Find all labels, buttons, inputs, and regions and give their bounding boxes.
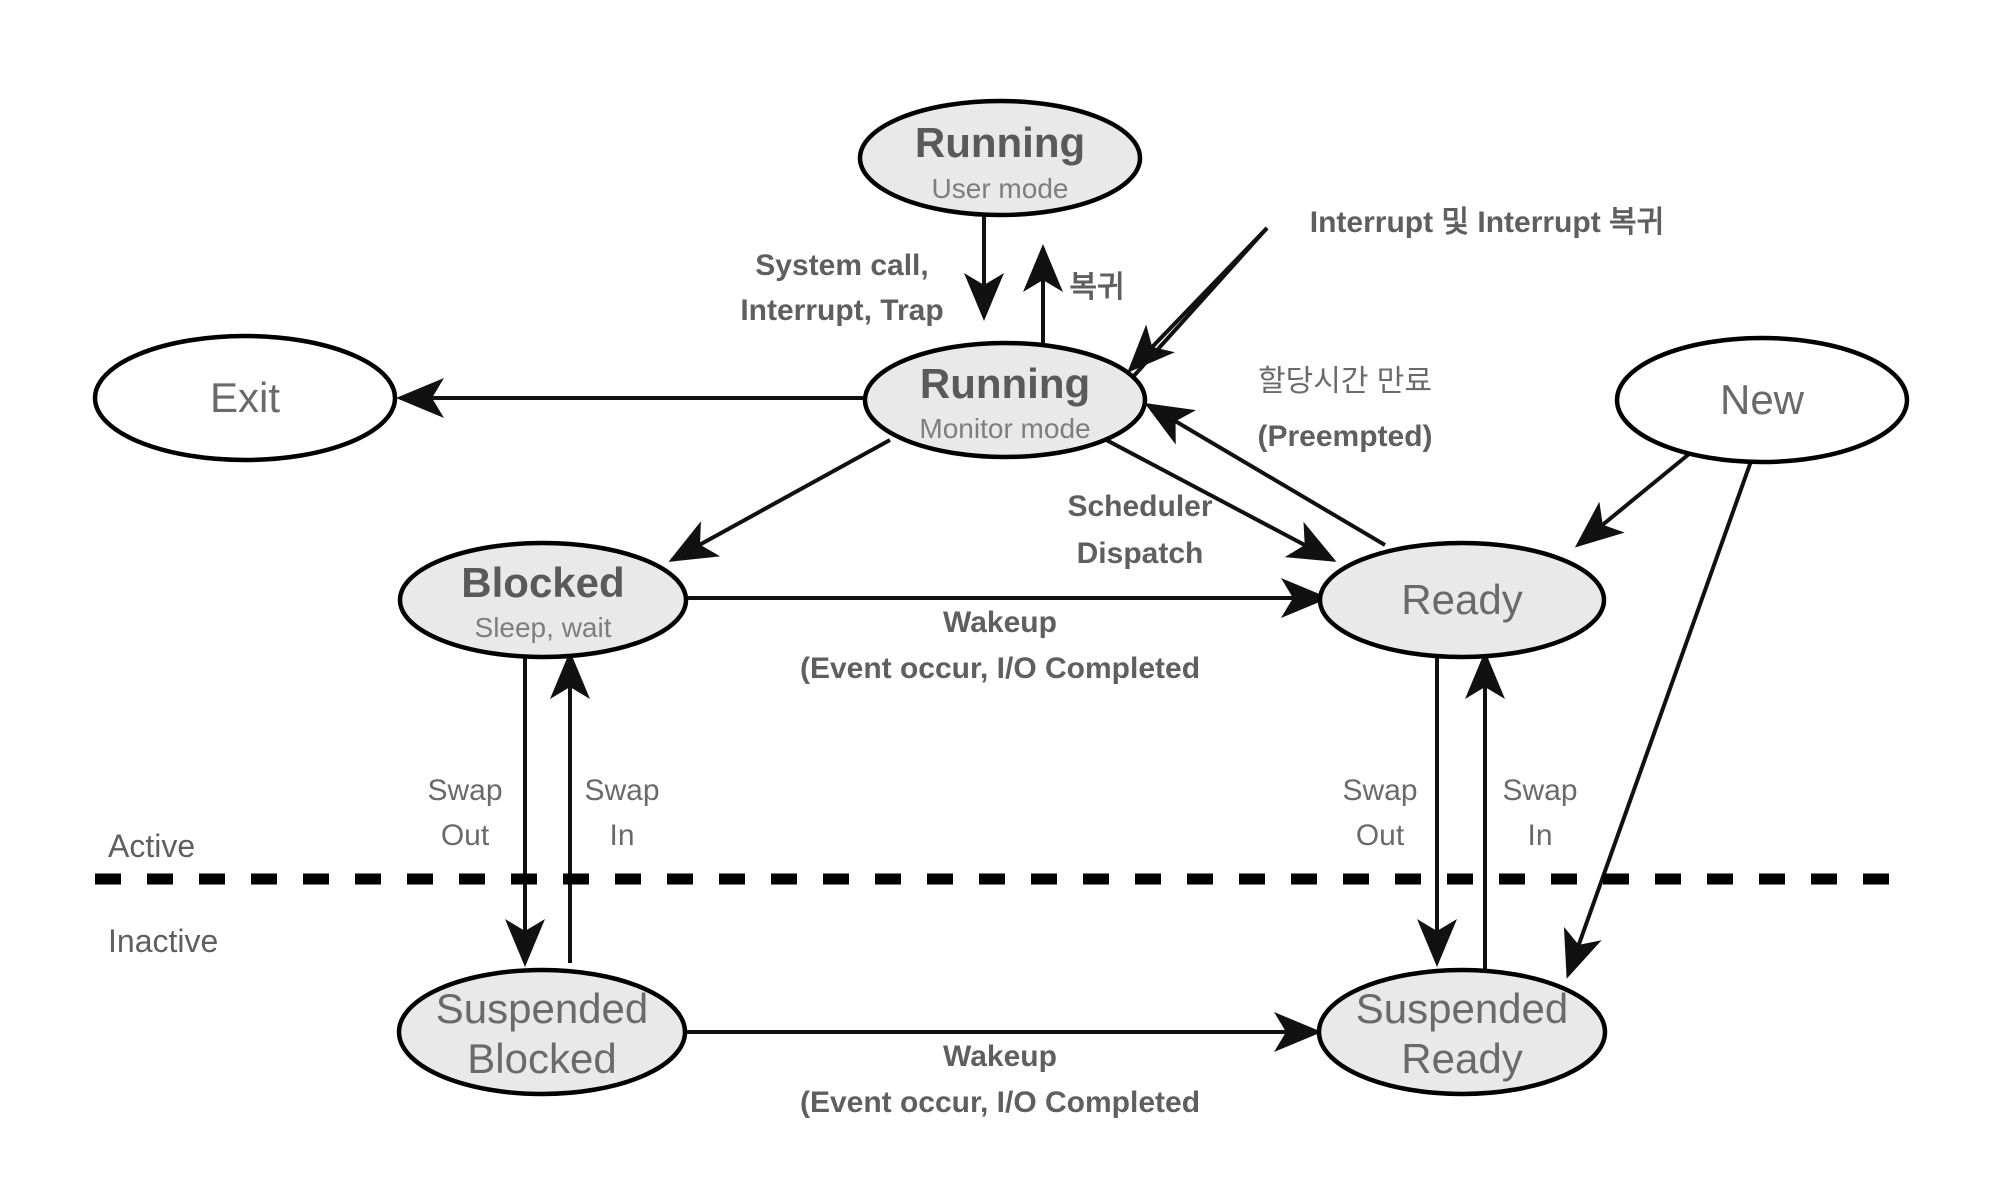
edge-new-to-ready [1574, 443, 1702, 548]
label-swap-out-left-line1: Swap [427, 774, 502, 807]
node-new-title: New [1720, 376, 1805, 423]
zone-label-inactive: Inactive [108, 923, 218, 959]
diagram-canvas: Running User mode Running Monitor mode E… [92, 98, 1910, 1119]
label-system-call-line2: Interrupt, Trap [740, 294, 943, 327]
process-state-diagram: Running User mode Running Monitor mode E… [0, 0, 2000, 1200]
node-running-monitor-title: Running [920, 360, 1090, 407]
node-running-user-subtitle: User mode [932, 173, 1069, 204]
node-new[interactable]: New [1614, 335, 1910, 465]
label-dispatch-line1: Scheduler [1067, 490, 1212, 523]
label-swap-in-right-line1: Swap [1502, 774, 1577, 807]
label-swap-in-left-line1: Swap [584, 774, 659, 807]
node-suspended-ready[interactable]: Suspended Ready [1316, 967, 1608, 1097]
label-swap-out-right-line2: Out [1356, 819, 1405, 852]
label-return-ko: 복귀 [1069, 271, 1124, 304]
label-swap-in-right-line2: In [1527, 819, 1552, 852]
node-ready-title: Ready [1401, 576, 1522, 623]
node-blocked[interactable]: Blocked Sleep, wait [397, 540, 689, 660]
label-swap-out-right-line1: Swap [1342, 774, 1417, 807]
edge-monitor-to-blocked [668, 438, 891, 562]
node-running-user-title: Running [915, 119, 1085, 166]
label-interrupt-ko: Interrupt 및 Interrupt 복귀 [1310, 206, 1664, 239]
label-wakeup-top-line2: (Event occur, I/O Completed [800, 652, 1200, 685]
label-wakeup-bottom-line1: Wakeup [943, 1040, 1057, 1073]
label-swap-out-left-line2: Out [441, 819, 490, 852]
node-ready[interactable]: Ready [1317, 540, 1607, 660]
node-running-user[interactable]: Running User mode [857, 98, 1143, 218]
label-system-call-line1: System call, [755, 249, 928, 282]
label-preempted-line2: (Preempted) [1257, 420, 1432, 453]
label-swap-in-left-line2: In [609, 819, 634, 852]
node-suspended-blocked-title: Suspended [436, 985, 649, 1032]
node-running-monitor-subtitle: Monitor mode [919, 413, 1090, 444]
node-suspended-blocked[interactable]: Suspended Blocked [396, 967, 688, 1097]
label-dispatch-line2: Dispatch [1077, 537, 1204, 570]
label-wakeup-top-line1: Wakeup [943, 606, 1057, 639]
node-blocked-title: Blocked [461, 559, 624, 606]
node-running-monitor[interactable]: Running Monitor mode [862, 340, 1148, 460]
node-suspended-blocked-subtitle: Blocked [467, 1035, 616, 1082]
node-suspended-ready-subtitle: Ready [1401, 1035, 1522, 1082]
zone-labels-layer: Active Inactive [108, 828, 218, 959]
node-blocked-subtitle: Sleep, wait [475, 612, 612, 643]
node-suspended-ready-title: Suspended [1356, 985, 1569, 1032]
zone-label-active: Active [108, 828, 195, 864]
node-exit[interactable]: Exit [92, 333, 398, 463]
label-wakeup-bottom-line2: (Event occur, I/O Completed [800, 1086, 1200, 1119]
label-preempted-line1: 할당시간 만료 [1258, 365, 1432, 398]
node-exit-title: Exit [210, 374, 280, 421]
